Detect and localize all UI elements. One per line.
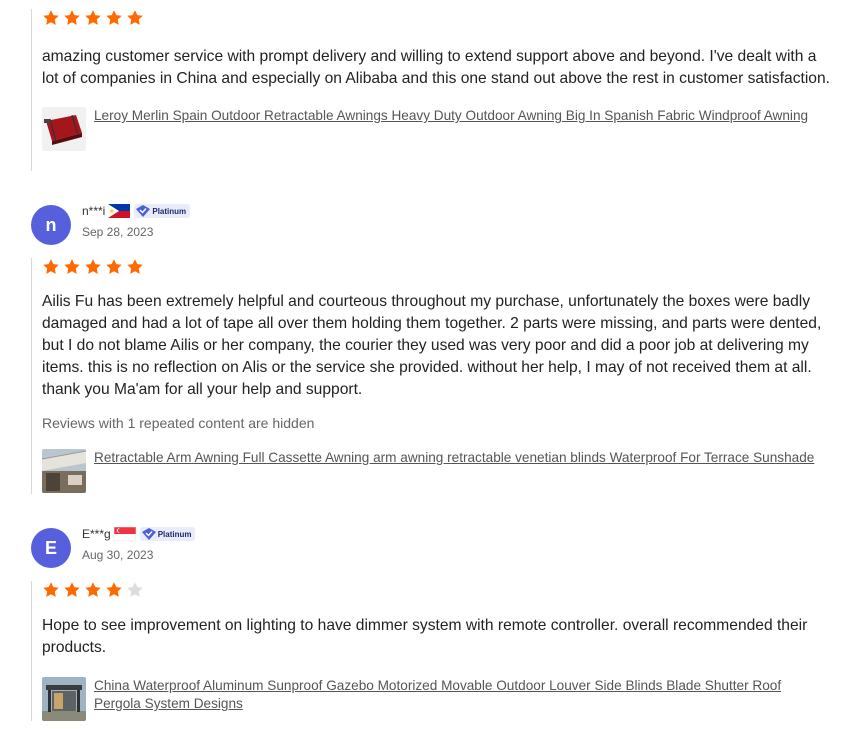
product-link[interactable]: Retractable Arm Awning Full Cassette Awn… (94, 449, 829, 467)
star-empty-icon (126, 581, 144, 599)
reviewer-name: n***i (82, 204, 106, 218)
star-filled-icon (126, 9, 144, 27)
product-link[interactable]: China Waterproof Aluminum Sunproof Gazeb… (94, 677, 829, 713)
philippines-flag-icon (108, 204, 131, 218)
review-product[interactable]: China Waterproof Aluminum Sunproof Gazeb… (42, 677, 836, 721)
reviewer-meta: E***g Platinum Aug 30, 2023 (82, 526, 196, 562)
review-date: Sep 28, 2023 (82, 225, 154, 239)
star-filled-icon (126, 258, 144, 276)
star-filled-icon (84, 581, 102, 599)
star-filled-icon (42, 9, 60, 27)
badge-label: Platinum (152, 206, 187, 216)
review-body: Ailis Fu has been extremely helpful and … (31, 258, 836, 494)
hidden-reviews-note: Reviews with 1 repeated content are hidd… (42, 415, 315, 431)
star-filled-icon (105, 581, 123, 599)
star-rating (42, 581, 836, 599)
review-body: Hope to see improvement on lighting to h… (31, 581, 836, 721)
product-link[interactable]: Leroy Merlin Spain Outdoor Retractable A… (94, 107, 829, 125)
review-date: Aug 30, 2023 (82, 548, 154, 562)
review-text: amazing customer service with prompt del… (42, 48, 830, 87)
star-filled-icon (84, 9, 102, 27)
star-rating (42, 9, 836, 27)
platinum-badge: Platinum (139, 527, 196, 541)
diamond-check-icon (134, 204, 152, 218)
star-filled-icon (105, 9, 123, 27)
platinum-badge: Platinum (134, 204, 191, 218)
reviewer-name: E***g (82, 527, 111, 541)
star-filled-icon (63, 581, 81, 599)
badge-label: Platinum (157, 529, 192, 539)
review-product[interactable]: Retractable Arm Awning Full Cassette Awn… (42, 449, 836, 493)
cassette-awning-thumbnail[interactable] (42, 449, 86, 493)
reviewer-meta: n***i Platinum Sep 28, 2023 (82, 203, 191, 239)
review-text: Ailis Fu has been extremely helpful and … (42, 293, 822, 398)
star-filled-icon (63, 258, 81, 276)
star-filled-icon (42, 581, 60, 599)
reviewer-header: n n***i Platinum Sep 28, 2023 (31, 203, 191, 245)
star-filled-icon (63, 9, 81, 27)
reviewer-header: E E***g Platinum Aug 30, 2023 (31, 526, 196, 568)
star-filled-icon (42, 258, 60, 276)
review-text: Hope to see improvement on lighting to h… (42, 617, 808, 656)
singapore-flag-icon (113, 527, 136, 541)
review-body: amazing customer service with prompt del… (31, 9, 836, 171)
diamond-check-icon (140, 527, 158, 541)
review-product[interactable]: Leroy Merlin Spain Outdoor Retractable A… (42, 107, 836, 151)
avatar: n (31, 205, 71, 245)
avatar: E (31, 528, 71, 568)
star-filled-icon (84, 258, 102, 276)
star-rating (42, 258, 836, 276)
star-filled-icon (105, 258, 123, 276)
pergola-thumbnail[interactable] (42, 677, 86, 721)
red-awning-thumbnail[interactable] (42, 107, 86, 151)
